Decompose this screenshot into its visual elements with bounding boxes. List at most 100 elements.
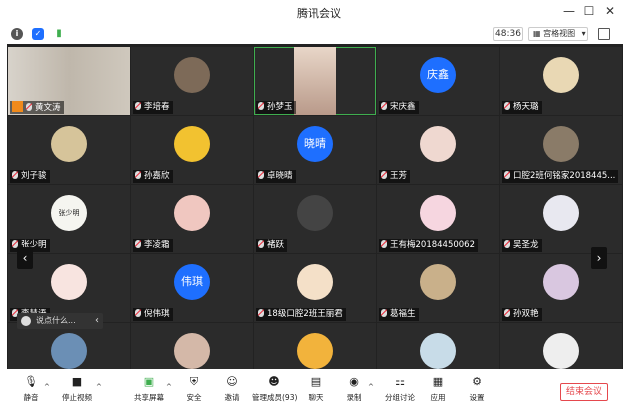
window-title: 腾讯会议 (297, 7, 341, 20)
participant-tile[interactable]: 18级口腔2班王丽君 (254, 254, 376, 322)
participant-name: 褚跃 (267, 240, 285, 250)
mute-button[interactable]: 🎙 静音 (20, 375, 42, 403)
settings-button[interactable]: ⚙ 设置 (467, 375, 487, 403)
muted-microphone-icon (135, 240, 141, 248)
participant-name-tag: 吴圣龙 (502, 239, 542, 252)
participant-tile[interactable]: 杨天璐 (500, 47, 622, 115)
participant-tile[interactable]: 孙梦玉 (254, 47, 376, 115)
muted-microphone-icon (504, 171, 510, 179)
participant-tile[interactable]: 孙嘉欣 (131, 116, 253, 184)
participant-tile[interactable]: 吴圣龙 (500, 185, 622, 253)
participant-tile[interactable]: 晓晴 卓晓晴 (254, 116, 376, 184)
end-meeting-button[interactable]: 结束会议 (560, 383, 608, 401)
breakout-rooms-label: 分组讨论 (385, 393, 415, 402)
stop-video-label: 停止视频 (62, 393, 92, 402)
participant-name-tag: 孙双艳 (502, 308, 542, 321)
share-screen-button[interactable]: ▣ 共享屏幕 (133, 375, 165, 403)
view-mode-button[interactable]: ▦ 宫格视图 ▾ (528, 27, 588, 41)
share-options-chevron-icon[interactable]: ^ (166, 383, 172, 391)
participant-tile[interactable]: 刘子骏 (8, 116, 130, 184)
participant-name: 刘子骏 (21, 171, 47, 181)
host-icon (12, 101, 23, 112)
participant-name: 18级口腔2班王丽君 (267, 309, 343, 319)
audio-options-chevron-icon[interactable]: ^ (44, 383, 50, 391)
video-options-chevron-icon[interactable]: ^ (96, 383, 102, 391)
muted-microphone-icon (258, 171, 264, 179)
security-button[interactable]: ⛨ 安全 (184, 375, 204, 403)
participant-tile[interactable]: 张少明 张少明 (8, 185, 130, 253)
info-icon[interactable]: i (11, 28, 23, 40)
participant-name: 李凌霜 (144, 240, 170, 250)
record-button[interactable]: ◉ 录制 (344, 375, 364, 403)
participant-tile[interactable]: 庆鑫 宋庆鑫 (377, 47, 499, 115)
participant-name: 口腔2班何铭家2018445... (513, 171, 616, 181)
muted-microphone-icon (381, 240, 387, 248)
muted-microphone-icon (135, 102, 141, 110)
shield-icon: ⛨ (189, 375, 199, 388)
stop-video-button[interactable]: ■ 停止视频 (60, 375, 94, 403)
chat-button[interactable]: ▤ 聊天 (306, 375, 326, 403)
chat-input[interactable]: 说点什么... ‹ (17, 313, 103, 329)
participant-name: 卓晓晴 (267, 171, 293, 181)
shield-icon[interactable]: ✓ (32, 28, 44, 40)
participant-tile[interactable]: 杨涛涛 (254, 323, 376, 369)
maximize-button[interactable]: ☐ (582, 4, 596, 18)
chat-icon: ▤ (310, 375, 322, 388)
participant-tile[interactable]: 李丽芳 (8, 323, 130, 369)
avatar: 伟琪 (174, 264, 210, 300)
microphone-icon: 🎙 (24, 375, 38, 388)
apps-icon: ▦ (432, 375, 444, 388)
next-page-button[interactable]: › (591, 247, 607, 269)
participant-tile[interactable]: 黄文涛 (8, 47, 130, 115)
avatar (543, 195, 579, 231)
avatar (297, 264, 333, 300)
muted-microphone-icon (26, 103, 32, 111)
share-screen-label: 共享屏幕 (134, 393, 164, 402)
avatar (543, 126, 579, 162)
participant-tile[interactable]: 口腔2班何铭家2018445... (500, 116, 622, 184)
minimize-button[interactable]: — (562, 4, 576, 18)
muted-microphone-icon (504, 240, 510, 248)
participant-tile[interactable]: 李凌霜 (131, 185, 253, 253)
muted-microphone-icon (504, 102, 510, 110)
collapse-chat-icon[interactable]: ‹ (95, 313, 99, 329)
close-button[interactable]: ✕ (603, 4, 617, 18)
camera-icon: ■ (71, 375, 83, 388)
participant-tile[interactable]: 田苗 (131, 323, 253, 369)
participant-video (294, 47, 336, 115)
participant-name-tag: 李培春 (133, 101, 173, 114)
emoji-icon[interactable] (21, 316, 31, 326)
participant-name-tag: 褚跃 (256, 239, 288, 252)
avatar (51, 333, 87, 369)
participant-tile[interactable]: 王有梅20184450062 (377, 185, 499, 253)
signal-icon[interactable]: ▮ (53, 28, 65, 40)
participant-name: 杨天璐 (513, 102, 539, 112)
participant-tile[interactable]: 王芳 (377, 116, 499, 184)
avatar: 庆鑫 (420, 57, 456, 93)
participant-name: 葛福生 (390, 309, 416, 319)
record-options-chevron-icon[interactable]: ^ (368, 383, 374, 391)
participant-name-tag: 18级口腔2班王丽君 (256, 308, 346, 321)
muted-microphone-icon (504, 309, 510, 317)
fullscreen-icon[interactable] (598, 28, 610, 40)
participant-tile[interactable]: 葛福生 (377, 254, 499, 322)
breakout-rooms-button[interactable]: ⚏ 分组讨论 (384, 375, 416, 403)
participant-name-tag: 李凌霜 (133, 239, 173, 252)
participant-name: 黄文涛 (35, 103, 61, 113)
apps-button[interactable]: ▦ 应用 (428, 375, 448, 403)
participant-tile[interactable]: 史明辰 (377, 323, 499, 369)
avatar (174, 333, 210, 369)
participant-tile[interactable]: 肖文佳 (500, 323, 622, 369)
avatar (543, 333, 579, 369)
participant-tile[interactable]: 李培春 (131, 47, 253, 115)
muted-microphone-icon (258, 102, 264, 110)
chat-label: 聊天 (308, 393, 324, 402)
participant-name: 李培春 (144, 102, 170, 112)
previous-page-button[interactable]: ‹ (17, 247, 33, 269)
participant-tile[interactable]: 褚跃 (254, 185, 376, 253)
avatar (174, 57, 210, 93)
invite-button[interactable]: ☺ 邀请 (222, 375, 242, 403)
participant-tile[interactable]: 伟琪 倪伟琪 (131, 254, 253, 322)
muted-microphone-icon (135, 309, 141, 317)
manage-members-button[interactable]: ☻ 管理成员(93) (252, 375, 297, 403)
